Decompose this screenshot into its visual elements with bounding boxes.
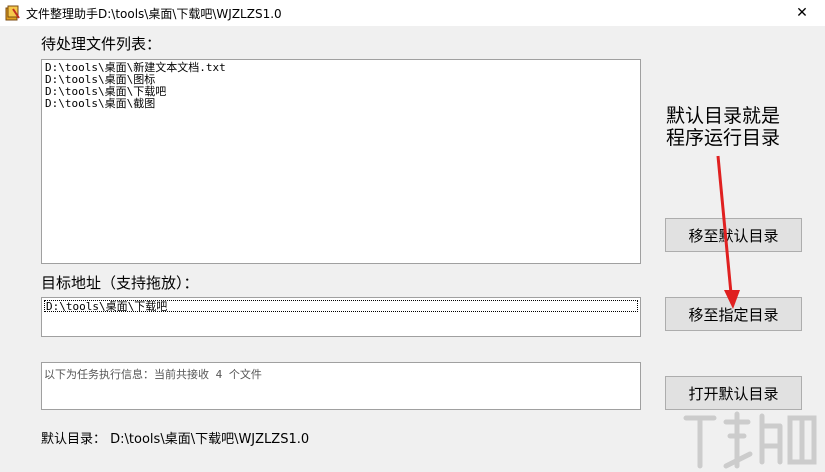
target-address-label: 目标地址（支持拖放）： [41, 274, 199, 292]
annotation-line-2: 程序运行目录 [666, 127, 781, 149]
close-icon: ✕ [796, 5, 808, 21]
arrow-shaft [716, 155, 734, 305]
task-info-box[interactable]: 以下为任务执行信息：当前共接收 4 个文件 [41, 362, 641, 410]
annotation-arrow [716, 155, 740, 309]
app-icon [5, 5, 20, 21]
default-dir-label: 默认目录： [41, 432, 107, 447]
task-info-text: 以下为任务执行信息：当前共接收 4 个文件 [44, 368, 262, 381]
pending-list-label: 待处理文件列表： [41, 35, 162, 53]
client-area: 待处理文件列表： D:\tools\桌面\新建文本文档.txt D:\tools… [0, 26, 825, 472]
pending-items: D:\tools\桌面\新建文本文档.txt D:\tools\桌面\图标 D:… [42, 60, 640, 110]
annotation-note: 默认目录就是 程序运行目录 [666, 105, 780, 149]
list-item[interactable]: D:\tools\桌面\截图 [42, 98, 640, 110]
arrow-head [724, 290, 740, 309]
default-dir-value: D:\tools\桌面\下载吧\WJZLZS1.0 [110, 432, 310, 447]
pending-file-list[interactable]: D:\tools\桌面\新建文本文档.txt D:\tools\桌面\图标 D:… [41, 59, 641, 264]
target-address-box[interactable]: D:\tools\桌面\下载吧 [41, 297, 641, 337]
app-window: 文件整理助手D:\tools\桌面\下载吧\WJZLZS1.0 ✕ 待处理文件列… [0, 0, 825, 472]
open-default-button[interactable]: 打开默认目录 [665, 376, 802, 410]
default-dir-line: 默认目录： D:\tools\桌面\下载吧\WJZLZS1.0 [41, 428, 309, 447]
watermark-logo [683, 411, 817, 469]
title-bar[interactable]: 文件整理助手D:\tools\桌面\下载吧\WJZLZS1.0 ✕ [0, 0, 825, 26]
close-button[interactable]: ✕ [779, 0, 825, 26]
annotation-line-1: 默认目录就是 [666, 105, 781, 127]
target-address-value[interactable]: D:\tools\桌面\下载吧 [44, 300, 638, 312]
window-title: 文件整理助手D:\tools\桌面\下载吧\WJZLZS1.0 [26, 7, 282, 21]
